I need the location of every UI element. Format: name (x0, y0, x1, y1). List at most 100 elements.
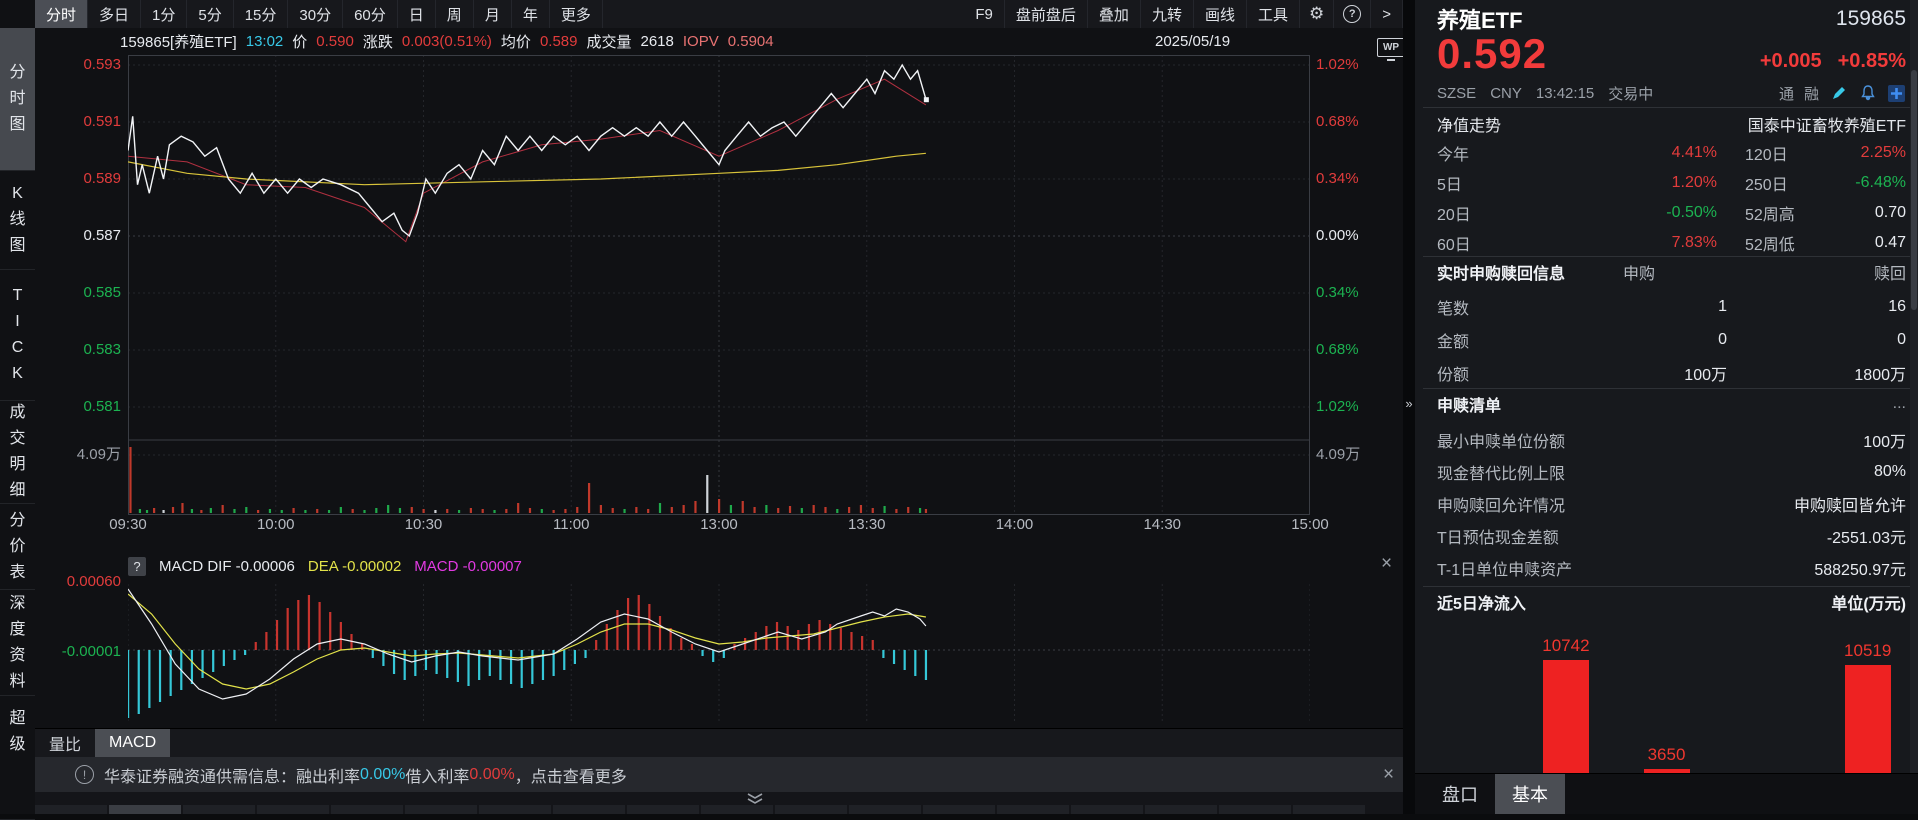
notice-more-link[interactable]: ，点击查看更多 (515, 763, 627, 787)
rt-redeem-value: 16 (1727, 298, 1906, 316)
macd-help-icon[interactable]: ? (128, 557, 146, 576)
edit-pencil-icon[interactable] (1829, 84, 1848, 103)
menu-item-multiday[interactable]: 多日 (88, 0, 141, 28)
menu-item-1min[interactable]: 1分 (141, 0, 187, 28)
collapse-chevron-icon[interactable] (745, 793, 765, 805)
toolbar-edge-cell (1071, 805, 1143, 814)
avg-label: 均价 (501, 31, 531, 52)
menu-item-minute[interactable]: 分时 (35, 0, 88, 28)
rt-col-redeem: 赎回 (1874, 260, 1906, 284)
chart-header: 159865[养殖ETF] 13:02 价 0.590 涨跌 0.003(0.5… (35, 28, 1403, 55)
exchange: SZSE (1437, 85, 1476, 102)
menu-item-year[interactable]: 年 (512, 0, 550, 28)
indicator-tab-macd[interactable]: MACD (95, 729, 170, 757)
change-value: 0.003(0.51%) (402, 33, 492, 50)
macd-chart[interactable] (128, 584, 1310, 722)
rt-subscribe-value: 1 (1607, 298, 1727, 316)
menu-item-day[interactable]: 日 (398, 0, 436, 28)
list-row-value: 申购赎回皆允许 (1794, 492, 1906, 516)
menu-item-draw-line[interactable]: 画线 (1194, 0, 1247, 28)
menu-item-f9[interactable]: F9 (964, 0, 1005, 28)
intraday-price-chart[interactable] (128, 55, 1310, 515)
menu-item-overlay[interactable]: 叠加 (1088, 0, 1141, 28)
currency: CNY (1490, 85, 1522, 102)
bottom-strip (35, 792, 1403, 814)
sidebar-item-tick[interactable]: TICK (0, 270, 35, 401)
sidebar-item-price-table[interactable]: 分价表 (0, 504, 35, 590)
sidebar-item-timeshare-chart[interactable]: 分时图 (0, 28, 35, 171)
settings-gear-icon[interactable]: ⚙ (1300, 0, 1334, 28)
help-icon[interactable]: ? (1334, 0, 1371, 28)
menu-expand-chevron-icon[interactable]: > (1371, 0, 1403, 28)
toolbar-edge-cell (775, 805, 847, 814)
rt-row-label: 金额 (1437, 328, 1607, 352)
divider (1423, 256, 1910, 257)
volume-axis-label: 4.09万 (1316, 446, 1402, 464)
change-pct: +0.85% (1838, 46, 1906, 76)
price-axis-label: 0.581 (35, 398, 121, 416)
menu-item-more[interactable]: 更多 (550, 0, 603, 28)
menu-item-15min[interactable]: 15分 (234, 0, 289, 28)
info-icon: ! (75, 765, 94, 784)
price-change: +0.005 +0.85% (1760, 46, 1906, 76)
add-plus-icon[interactable] (1887, 84, 1906, 103)
net-inflow-bar (1543, 660, 1589, 773)
menu-item-month[interactable]: 月 (474, 0, 512, 28)
panel-tabbar: 盘口基本 (1415, 773, 1918, 814)
menu-item-week[interactable]: 周 (436, 0, 474, 28)
help-circle: ? (1343, 5, 1361, 23)
macd-close-icon[interactable]: × (1381, 554, 1392, 573)
alert-bell-icon[interactable] (1858, 84, 1877, 103)
nav-period-label: 52周低 (1745, 231, 1855, 255)
menu-spacer (603, 0, 965, 28)
menu-item-nine-turn[interactable]: 九转 (1141, 0, 1194, 28)
rt-row: 份额100万1800万 (1437, 356, 1906, 389)
divider-grip-icon[interactable]: » (1403, 396, 1415, 411)
list-more-link[interactable]: ... (1893, 395, 1906, 413)
price-label: 价 (292, 31, 307, 52)
divider (1423, 107, 1910, 108)
rt-col-subscribe: 申购 (1623, 260, 1655, 284)
nav-return-value: 2.25% (1855, 144, 1906, 162)
toolbar-edge-cell (183, 805, 255, 814)
flow-title: 近5日净流入 (1437, 590, 1526, 614)
scrollbar-thumb[interactable] (1911, 70, 1917, 310)
sh-hk-connect-flag: 通 (1779, 83, 1794, 104)
list-row-label: T日预估现金差额 (1437, 524, 1559, 548)
sidebar-item-kline-chart[interactable]: K线图 (0, 171, 35, 270)
net-inflow-value: 10519 (1823, 641, 1913, 661)
notice-close-icon[interactable]: × (1383, 764, 1394, 786)
percent-axis-label: 0.68% (1316, 341, 1402, 359)
rt-table: 笔数116金额00份额100万1800万 (1415, 290, 1918, 389)
panel-divider[interactable]: » (1403, 0, 1415, 814)
wp-monitor-icon[interactable]: WP (1377, 38, 1405, 57)
notice-text: 华泰证券融资通供需信息：融出利率 (104, 763, 360, 787)
time-axis-label: 14:30 (1132, 516, 1192, 533)
list-row-label: T-1日单位申赎资产 (1437, 556, 1572, 580)
panel-tab-order-book[interactable]: 盘口 (1425, 774, 1495, 814)
menu-item-60min[interactable]: 60分 (343, 0, 398, 28)
volume-value: 2618 (641, 33, 674, 50)
avg-value: 0.589 (540, 33, 578, 50)
time-axis-label: 10:30 (394, 516, 454, 533)
toolbar-edge-cell (479, 805, 551, 814)
sidebar-item-super[interactable]: 超级 (0, 696, 35, 820)
menu-item-tools[interactable]: 工具 (1247, 0, 1300, 28)
sidebar-item-depth-info[interactable]: 深度资料 (0, 590, 35, 696)
menu-item-pre-after-market[interactable]: 盘前盘后 (1005, 0, 1088, 28)
menu-item-5min[interactable]: 5分 (187, 0, 233, 28)
indicator-tab-volume-ratio[interactable]: 量比 (35, 729, 95, 757)
panel-scrollbar[interactable] (1910, 0, 1918, 773)
list-row-label: 最小申赎单位份额 (1437, 428, 1565, 452)
margin-notice-bar[interactable]: ! 华泰证券融资通供需信息：融出利率 0.00% 借入利率 0.00% ，点击查… (35, 757, 1403, 792)
indicator-tabbar: 量比MACD (35, 728, 1403, 757)
nav-period-label: 250日 (1745, 171, 1855, 195)
last-price: 0.592 (1437, 32, 1547, 76)
toolbar-edge-cell (849, 805, 921, 814)
nav-return-value: 7.83% (1587, 234, 1717, 252)
menu-item-30min[interactable]: 30分 (288, 0, 343, 28)
list-row: 申购赎回允许情况申购赎回皆允许 (1437, 488, 1906, 520)
panel-tab-fundamental[interactable]: 基本 (1495, 774, 1565, 814)
sidebar-item-trade-detail[interactable]: 成交明细 (0, 401, 35, 504)
nav-return-row: 5日1.20%250日-6.48% (1437, 168, 1906, 198)
